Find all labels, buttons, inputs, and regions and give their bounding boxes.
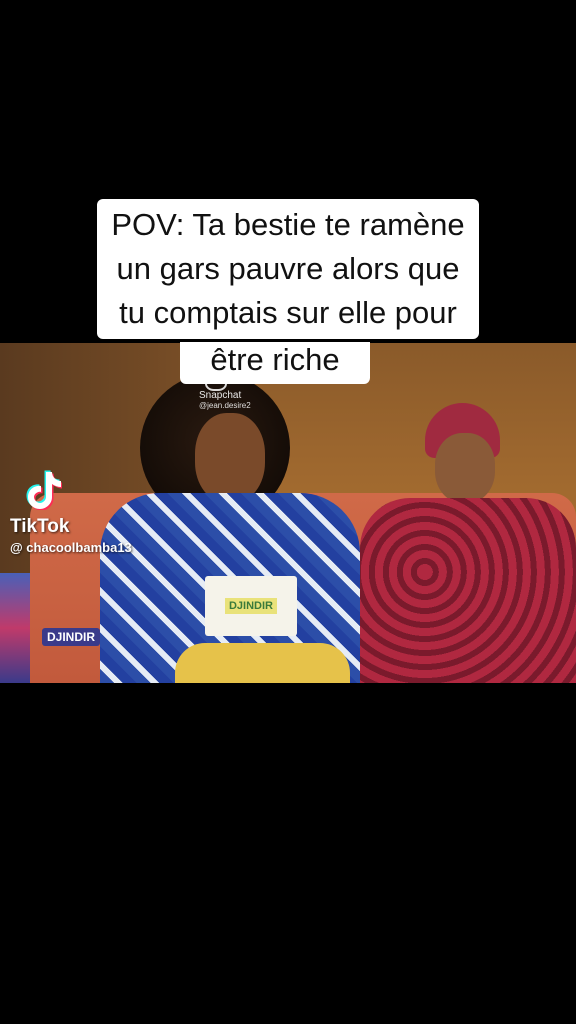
snapchat-label: Snapchat [199,390,242,401]
host-face [195,413,265,503]
host-cue-card: DJINDIR [205,576,297,636]
tiktok-logo-icon [26,470,62,510]
caption-overlay: POV: Ta bestie te ramène un gars pauvre … [0,199,576,339]
caption-line: un gars pauvre alors que [116,251,460,286]
show-logo-overlay: DJINDIR [42,628,101,646]
caption-last-line: être riche [180,342,370,384]
video-frame[interactable]: DJINDIR DJINDIR [0,343,576,683]
cue-card-logo: DJINDIR [224,598,277,614]
tiktok-username[interactable]: @ chacoolbamba13 [10,540,132,555]
caption-line: tu comptais sur elle pour [119,295,457,330]
guest-face [435,433,495,503]
guest-dress [360,498,576,683]
tiktok-app-name: TikTok [10,516,70,537]
caption-box: POV: Ta bestie te ramène un gars pauvre … [97,199,479,339]
caption-line: POV: Ta bestie te ramène [111,207,465,242]
snapchat-handle: @jean.desire2 [199,401,251,410]
host-trousers [175,643,350,683]
